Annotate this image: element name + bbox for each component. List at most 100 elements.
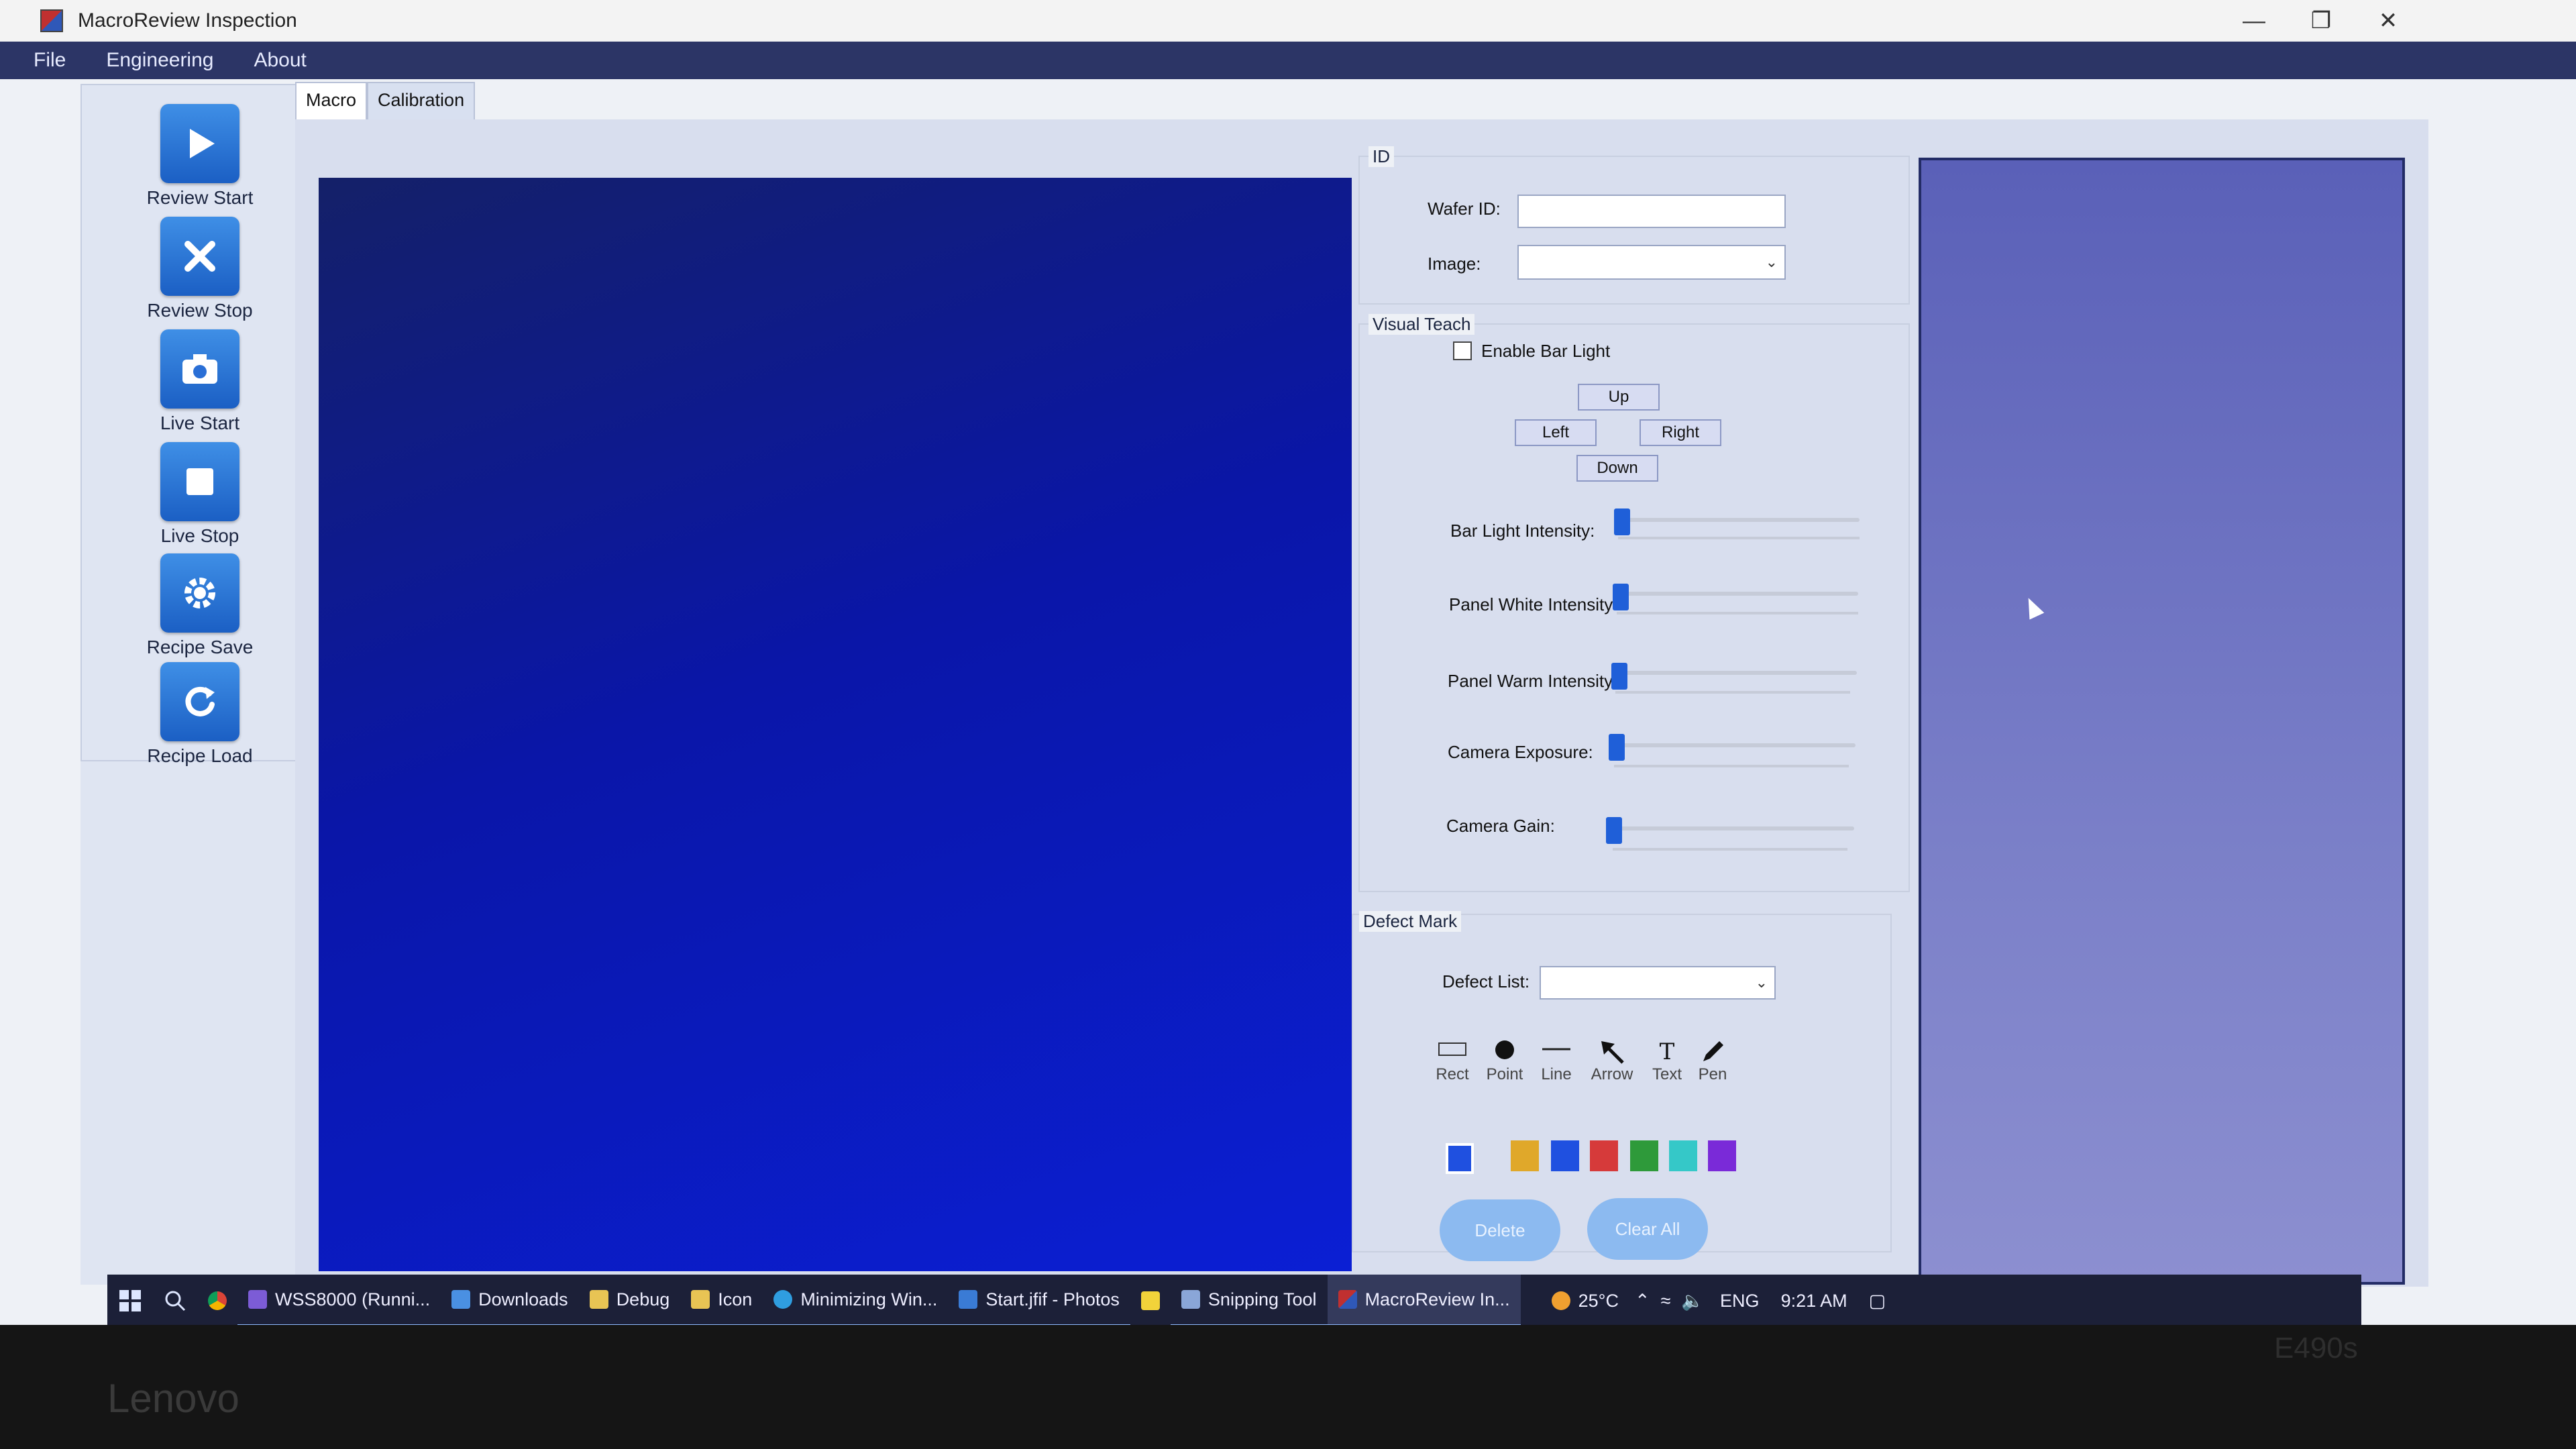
weather-widget[interactable]: 25°C [1541,1275,1629,1327]
live-stop-button[interactable]: Live Stop [82,437,318,546]
notification-button[interactable]: ▢ [1858,1275,1897,1327]
taskbar-item-photos[interactable]: Start.jfif - Photos [948,1275,1130,1327]
clear-all-button[interactable]: Clear All [1587,1198,1708,1260]
live-start-button[interactable]: Live Start [82,324,318,433]
camera-exposure-slider[interactable] [1609,734,1625,761]
scissors-icon [1181,1290,1200,1309]
taskbar-item-label: Minimizing Win... [800,1289,938,1309]
taskbar-item-snipping-tool[interactable]: Snipping Tool [1170,1275,1328,1327]
selected-color-swatch[interactable] [1446,1143,1474,1174]
tab-calibration[interactable]: Calibration [367,82,476,119]
image-label: Image: [1428,254,1481,274]
review-start-button[interactable]: Review Start [82,99,318,208]
chrome-taskbar-button[interactable] [197,1275,237,1327]
right-button[interactable]: Right [1640,419,1721,446]
taskbar-item-sticky[interactable] [1130,1275,1171,1327]
text-tool-label: Text [1652,1065,1682,1083]
review-stop-button[interactable]: Review Stop [82,211,318,321]
menu-file[interactable]: File [34,49,66,72]
folder-icon [589,1290,608,1309]
bezel-brand: Lenovo [107,1376,239,1421]
taskbar-item-icon[interactable]: Icon [680,1275,763,1327]
review-start-label: Review Start [146,187,254,208]
taskbar-item-wss8000[interactable]: WSS8000 (Runni... [237,1275,441,1327]
defect-list-label: Defect List: [1442,971,1530,991]
taskbar-item-label: MacroReview In... [1364,1289,1510,1309]
taskbar-item-label: Icon [718,1289,753,1309]
bar-light-intensity-slider[interactable] [1614,508,1630,535]
overview-image-panel[interactable] [1919,158,2405,1285]
window-title: MacroReview Inspection [78,9,297,32]
camera-gain-track [1613,826,1854,830]
stop-icon [160,442,239,521]
search-button[interactable] [153,1275,197,1327]
tab-macro[interactable]: Macro [295,82,368,119]
taskbar-item-edge[interactable]: Minimizing Win... [763,1275,949,1327]
arrow-tool[interactable]: Arrow [1589,1038,1635,1084]
language-indicator[interactable]: ENG [1709,1275,1770,1327]
down-button[interactable]: Down [1576,455,1658,482]
recipe-save-button[interactable]: Recipe Save [82,548,318,657]
color-swatch-blue[interactable] [1551,1140,1579,1171]
tab-strip: Macro Calibration [295,82,476,119]
taskbar-item-label: Downloads [478,1289,568,1309]
start-button[interactable] [107,1275,153,1327]
up-button[interactable]: Up [1578,384,1660,411]
arrow-tool-label: Arrow [1591,1065,1633,1083]
camera-gain-slider[interactable] [1606,817,1622,844]
enable-bar-light-checkbox[interactable] [1453,341,1472,360]
panel-white-intensity-label: Panel White Intensity: [1449,594,1618,614]
pen-tool[interactable]: Pen [1689,1038,1736,1084]
camera-exposure-ticks [1614,765,1849,767]
recipe-save-label: Recipe Save [146,637,254,657]
folder-icon [691,1290,710,1309]
minimize-button[interactable]: — [2220,0,2288,42]
taskbar-item-label: Snipping Tool [1208,1289,1317,1309]
restore-button[interactable]: ❐ [2288,0,2355,42]
text-tool[interactable]: T Text [1644,1038,1690,1084]
delete-button[interactable]: Delete [1440,1199,1560,1261]
x-icon [160,217,239,296]
color-swatch-yellow[interactable] [1511,1140,1539,1171]
panel-warm-intensity-slider[interactable] [1611,663,1627,690]
line-tool[interactable]: Line [1533,1038,1580,1084]
panel-white-intensity-slider[interactable] [1613,584,1629,610]
taskbar-item-label: WSS8000 (Runni... [275,1289,431,1309]
bar-light-intensity-track [1618,518,1860,522]
network-tray[interactable]: ≈ [1656,1275,1676,1327]
color-swatch-cyan[interactable] [1669,1140,1697,1171]
menu-bar: File Engineering About [0,42,2576,79]
camera-gain-ticks [1613,848,1847,851]
color-swatch-purple[interactable] [1708,1140,1736,1171]
clock[interactable]: 9:21 AM [1770,1275,1858,1327]
panel-warm-intensity-track [1615,671,1857,675]
camera-exposure-track [1614,743,1856,747]
enable-bar-light-label: Enable Bar Light [1481,341,1611,361]
left-button[interactable]: Left [1515,419,1597,446]
gear-icon [160,553,239,633]
color-swatch-green[interactable] [1630,1140,1658,1171]
macro-image-view[interactable] [319,178,1352,1271]
photos-icon [959,1290,978,1309]
rect-tool[interactable]: Rect [1429,1038,1476,1084]
menu-engineering[interactable]: Engineering [106,49,213,72]
taskbar-item-downloads[interactable]: Downloads [441,1275,579,1327]
taskbar-item-macroreview[interactable]: MacroReview In... [1327,1275,1521,1327]
color-swatch-red[interactable] [1590,1140,1618,1171]
image-select[interactable]: ⌄ [1517,245,1786,280]
volume-tray[interactable]: 🔈 [1676,1275,1709,1327]
notification-icon: ▢ [1868,1290,1886,1311]
camera-icon [160,329,239,409]
point-tool[interactable]: Point [1481,1038,1528,1084]
title-bar: MacroReview Inspection — ❐ ✕ [0,0,2576,42]
wafer-id-field[interactable] [1517,195,1786,228]
weather-temp: 25°C [1578,1290,1619,1311]
close-button[interactable]: ✕ [2355,0,2422,42]
recipe-load-button[interactable]: Recipe Load [82,657,318,766]
search-icon [165,1291,186,1311]
taskbar-item-debug[interactable]: Debug [578,1275,681,1327]
defect-list-select[interactable]: ⌄ [1540,966,1776,1000]
tray-overflow[interactable]: ⌃ [1629,1275,1656,1327]
pen-tool-label: Pen [1698,1065,1727,1083]
menu-about[interactable]: About [254,49,306,72]
